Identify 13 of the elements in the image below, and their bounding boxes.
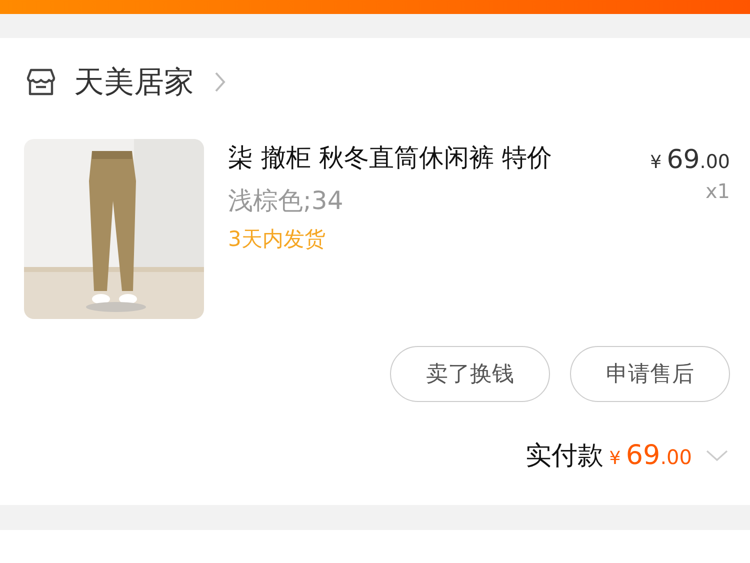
price-text: ¥ 69.00 [650,145,730,175]
product-title[interactable]: 柒 撤柜 秋冬直筒休闲裤 特价 [228,141,650,174]
chevron-down-icon[interactable] [706,450,728,462]
chevron-right-icon[interactable] [214,71,226,93]
quantity-text: x1 [704,179,730,203]
shop-name[interactable]: 天美居家 [74,62,194,102]
price-text: ¥ 69.00 [609,440,692,471]
action-button[interactable]: 卖了换钱 [390,346,550,402]
total-label: 实付款 [525,440,604,473]
store-icon[interactable] [26,68,56,96]
shipping-tag: 3天内发货 [228,225,326,253]
action-button[interactable]: 申请售后 [570,346,730,402]
variant-text: 浅棕色;34 [228,185,344,217]
